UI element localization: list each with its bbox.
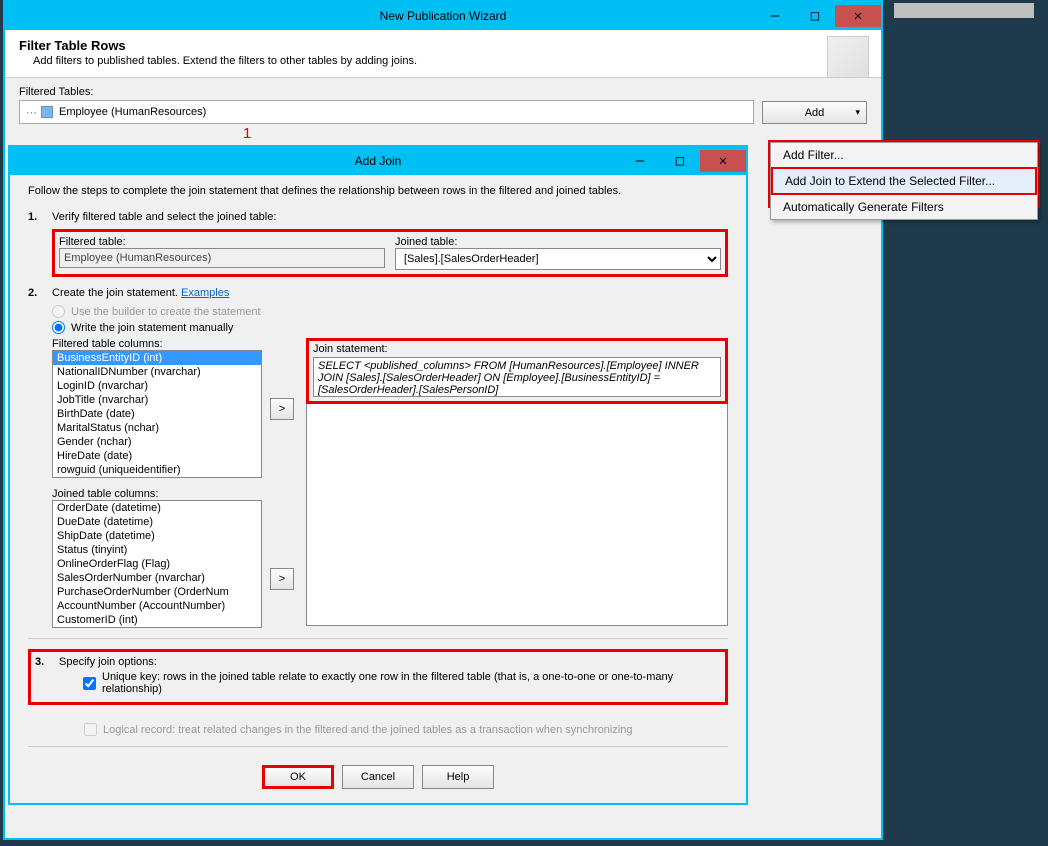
list-item[interactable]: Gender (nchar) (53, 435, 261, 449)
step-1-text: Verify filtered table and select the joi… (52, 211, 276, 223)
list-item[interactable]: NationalIDNumber (nvarchar) (53, 365, 261, 379)
menu-add-filter[interactable]: Add Filter... (771, 143, 1037, 167)
titlebar[interactable]: New Publication Wizard — □ ✕ (5, 2, 881, 30)
add-join-dialog: Add Join — □ ✕ Follow the steps to compl… (8, 145, 748, 805)
join-stmt-extra[interactable] (306, 404, 728, 626)
filtered-table-input (59, 248, 385, 268)
logical-record-label: Logical record: treat related changes in… (103, 724, 633, 736)
list-item[interactable]: DueDate (datetime) (53, 515, 261, 529)
joined-cols-label: Joined table columns: (52, 488, 262, 500)
list-item[interactable]: HireDate (date) (53, 449, 261, 463)
radio-manual[interactable] (52, 321, 65, 334)
list-item[interactable]: CustomerID (int) (53, 613, 261, 627)
tree-item-label: Employee (HumanResources) (59, 106, 206, 118)
ok-button[interactable]: OK (262, 765, 334, 789)
join-stmt-label: Join statement: (313, 343, 721, 355)
examples-link[interactable]: Examples (181, 287, 229, 299)
header-title: Filter Table Rows (19, 38, 867, 53)
table-icon (41, 106, 53, 118)
radio-builder (52, 305, 65, 318)
wizard-glyph-icon (827, 36, 869, 78)
intro-text: Follow the steps to complete the join st… (28, 185, 728, 197)
step-3-text: Specify join options: (59, 656, 157, 668)
menu-add-join[interactable]: Add Join to Extend the Selected Filter..… (771, 167, 1037, 195)
list-item[interactable]: BirthDate (date) (53, 407, 261, 421)
radio-builder-label: Use the builder to create the statement (71, 306, 261, 318)
list-item[interactable]: ShipDate (datetime) (53, 529, 261, 543)
filtered-table-label: Filtered table: (59, 236, 385, 248)
add-dropdown-menu: Add Filter... Add Join to Extend the Sel… (770, 142, 1038, 220)
inner-titlebar[interactable]: Add Join — □ ✕ (10, 147, 746, 175)
list-item[interactable]: Status (tinyint) (53, 543, 261, 557)
list-item[interactable]: PurchaseOrderNumber (OrderNum (53, 585, 261, 599)
step-1-number: 1. (28, 211, 52, 223)
tree-expand-icon: ⋯ (26, 106, 37, 119)
list-item[interactable]: OnlineOrderFlag (Flag) (53, 557, 261, 571)
header-sub: Add filters to published tables. Extend … (33, 55, 867, 67)
menu-auto-generate[interactable]: Automatically Generate Filters (771, 195, 1037, 219)
filtered-tables-tree[interactable]: ⋯ Employee (HumanResources) (19, 100, 754, 124)
cancel-button[interactable]: Cancel (342, 765, 414, 789)
filtered-tables-label: Filtered Tables: (19, 86, 867, 98)
filtered-cols-label: Filtered table columns: (52, 338, 262, 350)
add-button[interactable]: Add (762, 101, 867, 124)
wizard-header: Filter Table Rows Add filters to publish… (5, 30, 881, 78)
inner-body: Follow the steps to complete the join st… (10, 175, 746, 803)
joined-cols-list[interactable]: OrderDate (datetime) DueDate (datetime) … (52, 500, 262, 628)
list-item[interactable]: JobTitle (nvarchar) (53, 393, 261, 407)
joined-table-select[interactable]: [Sales].[SalesOrderHeader] (395, 248, 721, 270)
add-joined-col-button[interactable]: > (270, 568, 294, 590)
radio-manual-label: Write the join statement manually (71, 322, 233, 334)
list-item[interactable]: SalesPersonID (int) (53, 627, 261, 628)
window-title: New Publication Wizard (5, 9, 881, 23)
logical-record-checkbox (84, 723, 97, 736)
joined-table-label: Joined table: (395, 236, 721, 248)
add-filtered-col-button[interactable]: > (270, 398, 294, 420)
step-2-number: 2. (28, 287, 52, 299)
list-item[interactable]: BusinessEntityID (int) (53, 351, 261, 365)
unique-key-checkbox[interactable] (83, 677, 96, 690)
list-item[interactable]: SalesOrderNumber (nvarchar) (53, 571, 261, 585)
step-3-number: 3. (35, 656, 59, 668)
step-2-text: Create the join statement. Examples (52, 287, 229, 299)
inner-title: Add Join (10, 154, 746, 168)
help-button[interactable]: Help (422, 765, 494, 789)
join-stmt-text[interactable]: SELECT <published_columns> FROM [HumanRe… (313, 357, 721, 397)
list-item[interactable]: LoginID (nvarchar) (53, 379, 261, 393)
unique-key-label: Unique key: rows in the joined table rel… (102, 671, 721, 695)
list-item[interactable]: AccountNumber (AccountNumber) (53, 599, 261, 613)
callout-1: 1 (243, 125, 251, 142)
filtered-cols-list[interactable]: BusinessEntityID (int) NationalIDNumber … (52, 350, 262, 478)
background-strip (894, 3, 1034, 18)
list-item[interactable]: MaritalStatus (nchar) (53, 421, 261, 435)
list-item[interactable]: rowguid (uniqueidentifier) (53, 463, 261, 477)
list-item[interactable]: OrderDate (datetime) (53, 501, 261, 515)
add-button-label: Add (805, 107, 825, 119)
